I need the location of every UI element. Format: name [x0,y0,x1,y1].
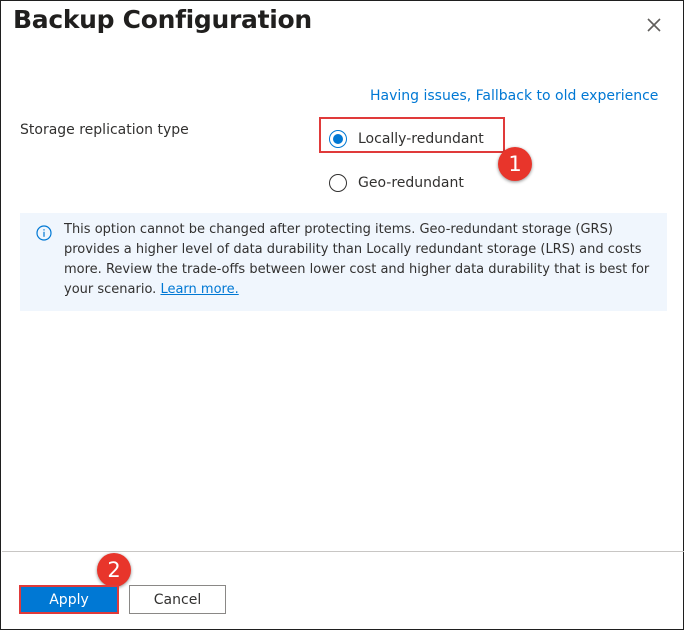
learn-more-link[interactable]: Learn more. [160,282,238,297]
info-icon [36,225,52,241]
cancel-button[interactable]: Cancel [129,585,226,614]
close-button[interactable] [642,13,666,37]
close-icon [647,18,661,32]
info-message-bar: This option cannot be changed after prot… [20,213,667,311]
dialog-title: Backup Configuration [13,5,312,34]
radio-geo-redundant[interactable]: Geo-redundant [329,174,464,192]
step1-highlight-box [319,117,505,153]
footer-divider [2,551,684,552]
info-body: This option cannot be changed after prot… [64,222,650,297]
radio-unselected-icon [329,174,347,192]
step1-badge: 1 [498,147,532,181]
radio-label-geo-redundant: Geo-redundant [358,175,464,191]
fallback-link[interactable]: Having issues, Fallback to old experienc… [370,88,658,104]
backup-configuration-dialog: Backup Configuration Having issues, Fall… [0,0,684,630]
step2-badge: 2 [97,553,131,587]
storage-replication-label: Storage replication type [20,122,189,138]
apply-button[interactable]: Apply [19,585,119,614]
info-message-text: This option cannot be changed after prot… [64,220,652,300]
